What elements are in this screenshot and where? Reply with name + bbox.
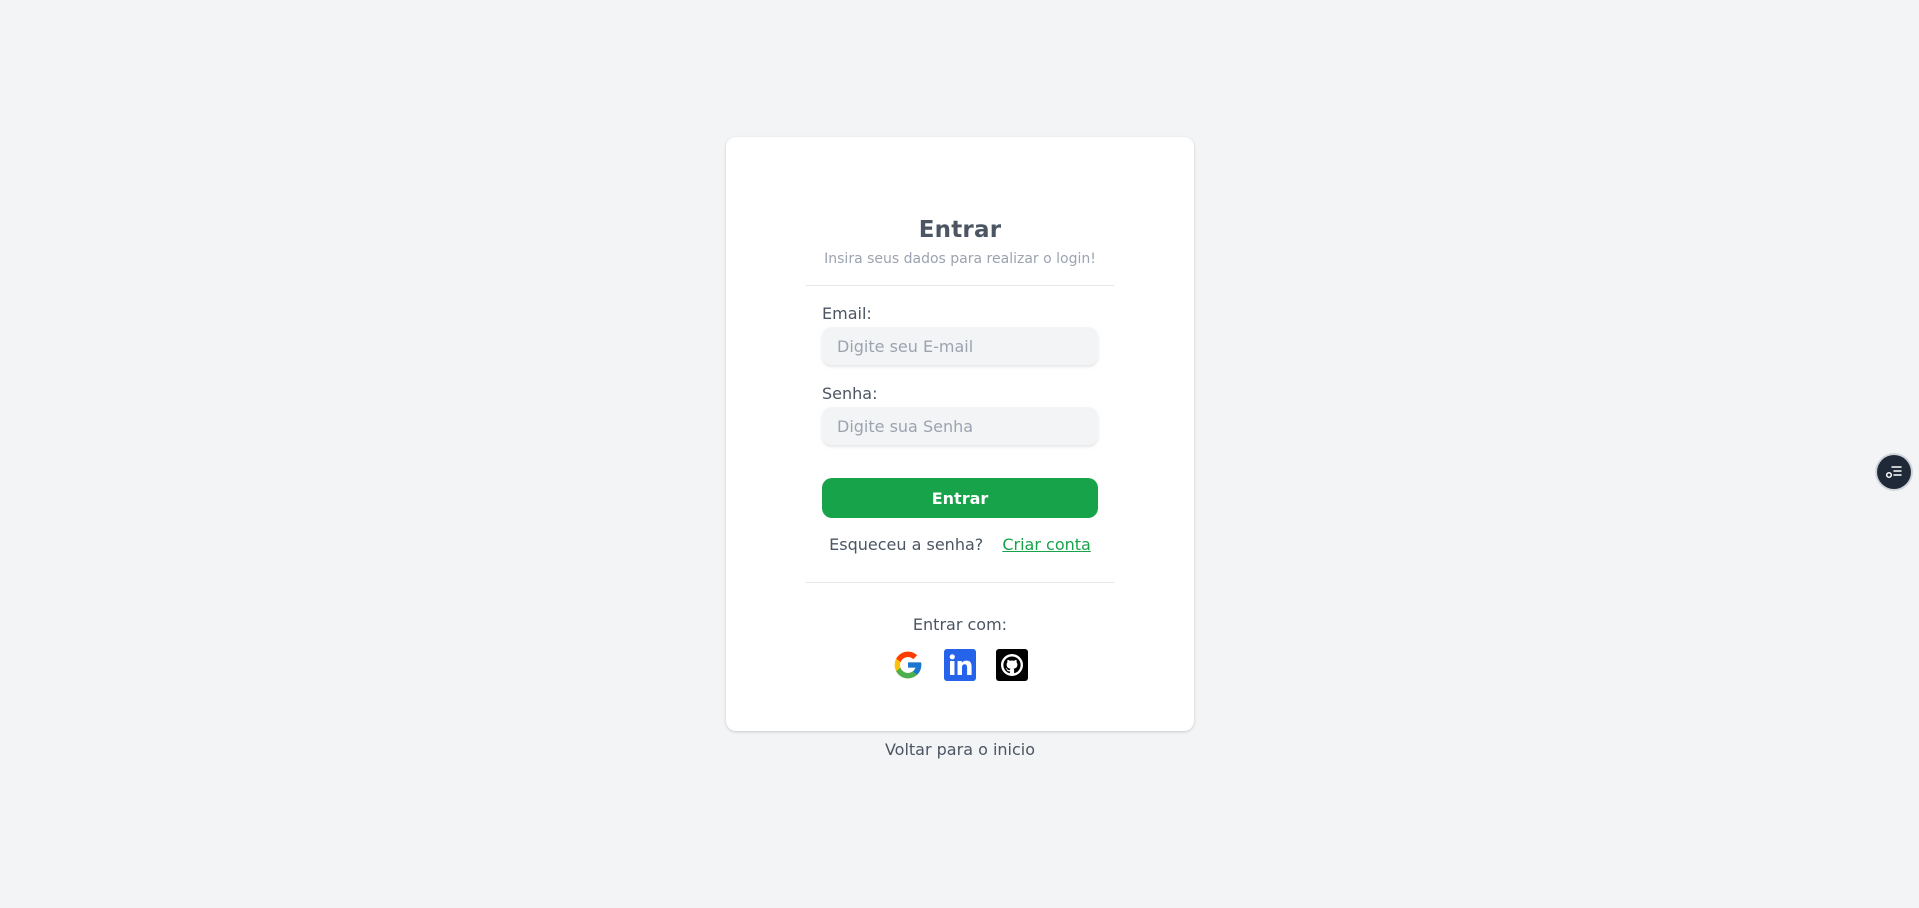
page-title: Entrar bbox=[918, 217, 1002, 243]
github-icon bbox=[996, 649, 1028, 681]
google-icon bbox=[894, 651, 922, 679]
github-login-button[interactable] bbox=[996, 649, 1028, 681]
social-login-label: Entrar com: bbox=[912, 615, 1008, 634]
create-account-link[interactable]: Criar conta bbox=[1002, 535, 1090, 554]
password-label: Senha: bbox=[822, 384, 878, 403]
account-links: Esqueceu a senha? Criar conta bbox=[726, 535, 1194, 554]
bottom-divider bbox=[806, 582, 1114, 583]
back-to-home-link[interactable]: Voltar para o inicio bbox=[726, 740, 1194, 759]
login-button[interactable]: Entrar bbox=[822, 478, 1098, 518]
login-card: Entrar Insira seus dados para realizar o… bbox=[726, 137, 1194, 731]
linkedin-login-button[interactable] bbox=[944, 649, 976, 681]
page-subtitle: Insira seus dados para realizar o login! bbox=[824, 251, 1096, 267]
top-divider bbox=[806, 285, 1114, 286]
social-login-buttons bbox=[726, 649, 1194, 681]
forgot-password-link[interactable]: Esqueceu a senha? bbox=[829, 535, 983, 554]
linkedin-icon bbox=[944, 649, 976, 681]
google-login-button[interactable] bbox=[892, 649, 924, 681]
email-field[interactable] bbox=[822, 327, 1098, 365]
password-field[interactable] bbox=[822, 407, 1098, 445]
email-label: Email: bbox=[822, 304, 872, 323]
list-settings-icon bbox=[1885, 466, 1902, 479]
floating-menu-button[interactable] bbox=[1877, 455, 1911, 489]
